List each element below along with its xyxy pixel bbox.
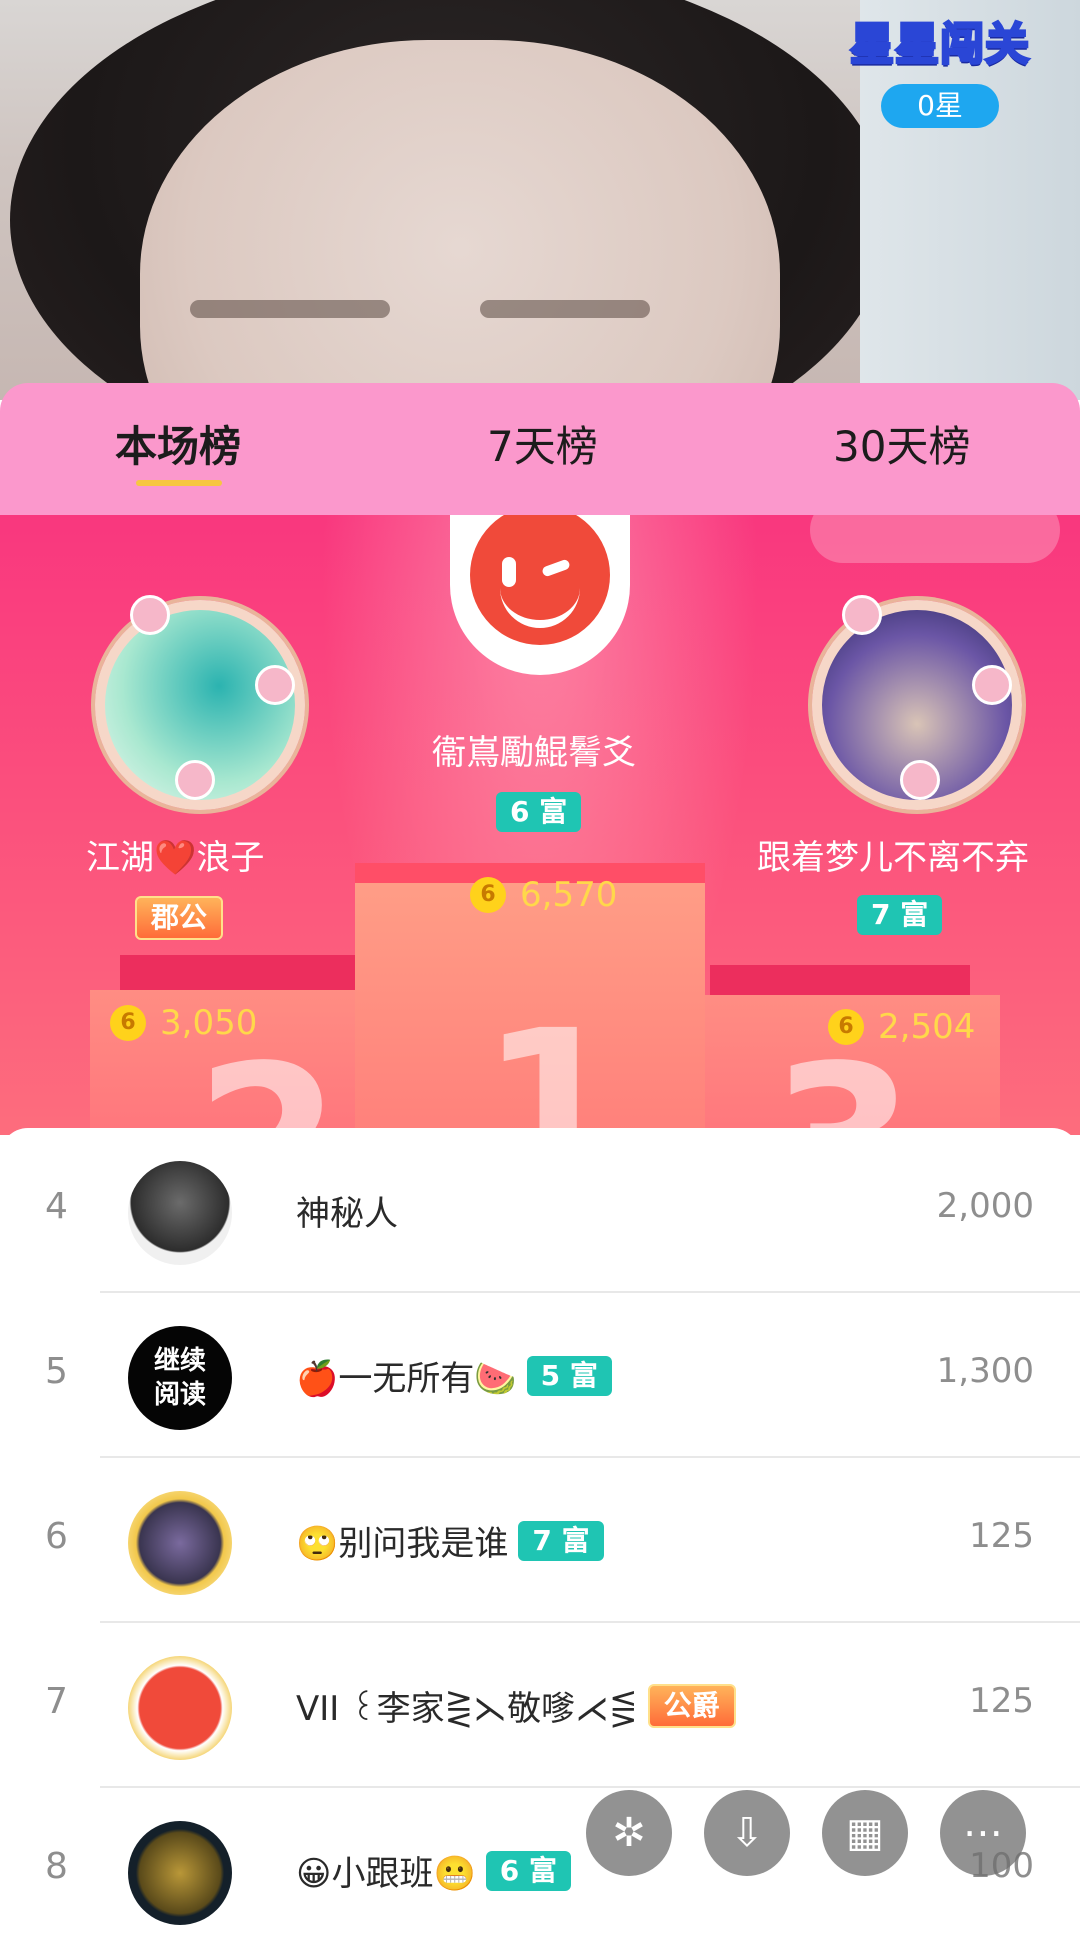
user-score: 125 [969, 1516, 1034, 1556]
rank-number: 6 [45, 1516, 68, 1557]
rank-number: 7 [45, 1681, 68, 1722]
title-badge: 公爵 [647, 1683, 736, 1728]
flower-icon [130, 595, 170, 635]
grid-icon[interactable]: ▦ [822, 1790, 908, 1876]
user-name-text: VII ꒰李家⋛⋋敬嗲⋌⋚ [296, 1689, 638, 1729]
podium-number-1: 1 [480, 985, 627, 1135]
share-icon[interactable]: ✲ [586, 1790, 672, 1876]
coin-icon: 6 [110, 1005, 146, 1041]
list-item[interactable]: 8 😀小跟班😬 6 富 100 [0, 1788, 1080, 1953]
third-place-wealth-badge: 7 富 [857, 895, 943, 935]
rank-number: 5 [45, 1351, 68, 1392]
user-name-text: 😀小跟班😬 [296, 1854, 476, 1894]
user-avatar[interactable]: 继续 阅读 [128, 1326, 232, 1430]
top-three-podium: 1 2 3 衞嶌勵鯤鬌爻 6 富 6 6,570 江湖❤️浪子 郡公 6 3,0… [0, 515, 1080, 1135]
rank-number: 4 [45, 1186, 68, 1227]
wealth-badge: 6 富 [485, 1850, 572, 1891]
third-place-coin-value: 2,504 [878, 1007, 976, 1047]
first-place-coins: 6 6,570 [470, 875, 617, 915]
user-avatar[interactable] [128, 1491, 232, 1595]
user-name: VII ꒰李家⋛⋋敬嗲⋌⋚ 公爵 [296, 1681, 736, 1730]
user-name: 🍎一无所有🍉 5 富 [296, 1351, 612, 1400]
star-challenge-widget[interactable]: 星星闯关 0星 [845, 8, 1035, 128]
user-name-text: 🙄别问我是谁 [296, 1524, 509, 1564]
wink-logo-icon [470, 515, 610, 645]
coin-icon: 6 [828, 1009, 864, 1045]
tab-this-session[interactable]: 本场榜 [115, 413, 241, 474]
podium-step-2-top [120, 955, 370, 995]
user-score: 1,300 [936, 1351, 1034, 1391]
user-name-text: 🍎一无所有🍉 [296, 1359, 517, 1399]
third-place-coins: 6 2,504 [828, 1007, 975, 1047]
rank-number: 8 [45, 1846, 68, 1887]
star-count-pill: 0星 [881, 84, 999, 128]
brow-left [190, 300, 390, 318]
first-place-name: 衞嶌勵鯤鬌爻 [432, 733, 636, 773]
ranking-tabs: 本场榜 7天榜 30天榜 [0, 383, 1080, 515]
first-place-coin-value: 6,570 [520, 875, 618, 915]
tab-7-days[interactable]: 7天榜 [487, 413, 598, 474]
active-tab-indicator [136, 480, 222, 486]
gift-filter-pill[interactable] [810, 515, 1060, 563]
live-stream-video: 星星闯关 0星 [0, 0, 1080, 400]
ranking-list: 4 神秘人 2,000 5 继续 阅读 🍎一无所有🍉 5 富 1,300 6 🙄… [0, 1128, 1080, 1928]
first-place-wealth-badge: 6 富 [496, 792, 582, 832]
user-avatar[interactable] [128, 1656, 232, 1760]
brow-right [480, 300, 650, 318]
more-icon[interactable]: ⋯ [940, 1790, 1026, 1876]
user-score: 125 [969, 1681, 1034, 1721]
user-name: 😀小跟班😬 6 富 [296, 1846, 572, 1895]
user-name: 神秘人 [296, 1186, 398, 1235]
second-place-title-badge: 郡公 [135, 896, 224, 940]
second-place-coins: 6 3,050 [110, 1003, 257, 1043]
mystery-user-avatar[interactable] [128, 1161, 232, 1265]
star-challenge-title: 星星闯关 [849, 18, 1031, 72]
flower-icon [842, 595, 882, 635]
list-item[interactable]: 5 继续 阅读 🍎一无所有🍉 5 富 1,300 [0, 1293, 1080, 1458]
user-score: 2,000 [936, 1186, 1034, 1226]
list-item[interactable]: 7 VII ꒰李家⋛⋋敬嗲⋌⋚ 公爵 125 [0, 1623, 1080, 1788]
tab-30-days[interactable]: 30天榜 [833, 413, 970, 474]
second-place-name: 江湖❤️浪子 [86, 838, 265, 878]
download-icon[interactable]: ⇩ [704, 1790, 790, 1876]
list-item[interactable]: 4 神秘人 2,000 [0, 1128, 1080, 1293]
flower-icon [175, 760, 215, 800]
user-name: 🙄别问我是谁 7 富 [296, 1516, 604, 1565]
wealth-badge: 5 富 [526, 1355, 612, 1396]
third-place-name: 跟着梦儿不离不弃 [757, 838, 1029, 878]
user-name-text: 神秘人 [296, 1194, 398, 1234]
flower-icon [255, 665, 295, 705]
coin-icon: 6 [470, 877, 506, 913]
flower-icon [972, 665, 1012, 705]
list-item[interactable]: 6 🙄别问我是谁 7 富 125 [0, 1458, 1080, 1623]
wealth-badge: 7 富 [518, 1520, 604, 1561]
flower-icon [900, 760, 940, 800]
user-avatar[interactable] [128, 1821, 232, 1925]
second-place-coin-value: 3,050 [160, 1003, 258, 1043]
